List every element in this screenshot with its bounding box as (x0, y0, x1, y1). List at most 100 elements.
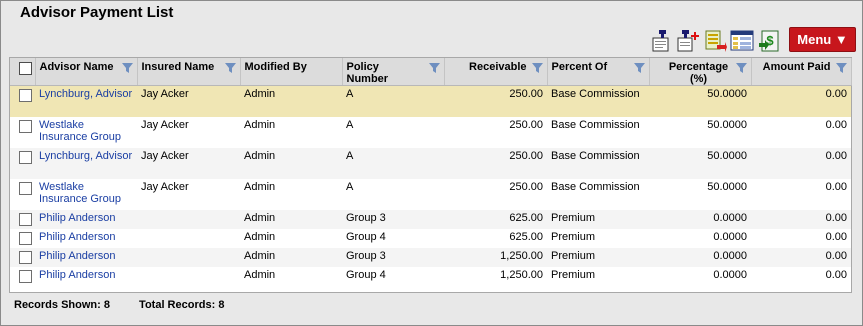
table-row[interactable]: Westlake Insurance Group Jay Acker Admin… (10, 117, 851, 148)
table-row[interactable]: Lynchburg, Advisor Jay Acker Admin A 250… (10, 147, 851, 179)
header-policy-number[interactable]: Policy Number (342, 58, 445, 86)
modified-by-cell: Admin (240, 247, 342, 267)
header-percentage[interactable]: Percentage (%) (649, 58, 752, 86)
insured-cell: Jay Acker (141, 180, 189, 193)
row-checkbox[interactable] (19, 231, 32, 245)
modified-by-cell: Admin (240, 209, 342, 229)
advisor-payment-grid: Advisor Name Insured Name Modified By Po… (9, 57, 852, 293)
advisor-link[interactable]: Westlake Insurance Group (39, 119, 121, 143)
row-checkbox[interactable] (19, 89, 32, 102)
insured-cell (137, 229, 240, 248)
percent-of-cell: Base Commission (551, 180, 640, 193)
modified-by-cell: Admin (244, 180, 276, 193)
policy-cell: Group 4 (346, 230, 386, 243)
header-advisor-name[interactable]: Advisor Name (35, 58, 138, 86)
receivable-cell: 1,250.00 (444, 247, 547, 267)
policy-cell: Group 3 (342, 209, 444, 229)
row-checkbox[interactable] (19, 212, 32, 226)
header-amount-paid[interactable]: Amount Paid (751, 58, 852, 86)
percentage-cell: 0.0000 (649, 247, 751, 267)
policy-cell: A (346, 118, 354, 131)
menu-button[interactable]: Menu ▼ (789, 27, 856, 52)
pin-document-icon[interactable] (650, 29, 674, 53)
percentage-cell: 50.0000 (649, 85, 751, 117)
receivable-cell: 250.00 (509, 180, 543, 193)
amount-paid-cell: 0.00 (825, 230, 847, 243)
table-row[interactable]: Westlake Insurance Group Jay Acker Admin… (10, 179, 851, 210)
amount-paid-cell: 0.00 (751, 147, 851, 179)
modified-by-cell: Admin (240, 85, 342, 117)
policy-cell: A (346, 180, 354, 193)
policy-cell: A (342, 85, 444, 117)
column-layout-icon[interactable] (730, 29, 754, 53)
payment-icon[interactable]: $ (758, 29, 782, 53)
policy-cell: Group 4 (346, 268, 386, 281)
header-insured-name[interactable]: Insured Name (137, 58, 241, 86)
percent-of-cell: Premium (547, 247, 649, 267)
export-excel-icon[interactable] (703, 29, 727, 53)
select-all-checkbox[interactable] (19, 62, 32, 75)
advisor-payment-panel: Advisor Payment List $ Menu ▼ Advisor Na… (0, 0, 863, 326)
table-row[interactable]: Philip Anderson Admin Group 3 625.00 Pre… (10, 209, 851, 229)
total-records: Total Records: 8 (139, 299, 225, 311)
amount-paid-cell: 0.00 (825, 268, 847, 281)
amount-paid-cell: 0.00 (825, 180, 847, 193)
filter-icon[interactable] (224, 63, 236, 73)
percentage-cell: 50.0000 (707, 180, 747, 193)
advisor-link[interactable]: Philip Anderson (39, 250, 115, 262)
advisor-link[interactable]: Philip Anderson (39, 212, 115, 224)
modified-by-cell: Admin (244, 268, 276, 281)
filter-icon[interactable] (121, 63, 133, 73)
page-title: Advisor Payment List (20, 4, 174, 21)
row-checkbox[interactable] (19, 269, 32, 283)
advisor-link[interactable]: Lynchburg, Advisor (39, 150, 132, 162)
percent-of-cell: Base Commission (547, 147, 649, 179)
row-checkbox[interactable] (19, 181, 32, 195)
percentage-cell: 0.0000 (649, 209, 751, 229)
records-shown: Records Shown: 8 (14, 299, 110, 311)
filter-icon[interactable] (428, 63, 440, 73)
filter-icon[interactable] (735, 63, 747, 73)
modified-by-cell: Admin (244, 118, 276, 131)
table-row[interactable]: Lynchburg, Advisor Jay Acker Admin A 250… (10, 85, 851, 117)
row-checkbox[interactable] (19, 250, 32, 264)
policy-cell: Group 3 (342, 247, 444, 267)
header-receivable[interactable]: Receivable (444, 58, 548, 86)
percent-of-cell: Premium (551, 268, 596, 281)
row-checkbox[interactable] (19, 119, 32, 133)
percentage-cell: 0.0000 (713, 230, 747, 243)
advisor-link[interactable]: Lynchburg, Advisor (39, 88, 132, 100)
amount-paid-cell: 0.00 (751, 209, 851, 229)
advisor-link[interactable]: Philip Anderson (39, 231, 115, 243)
table-header-row: Advisor Name Insured Name Modified By Po… (10, 58, 852, 86)
receivable-cell: 1,250.00 (500, 268, 543, 281)
percent-of-cell: Premium (547, 209, 649, 229)
insured-cell (137, 267, 240, 286)
insured-cell: Jay Acker (137, 147, 240, 179)
modified-by-cell: Admin (244, 230, 276, 243)
receivable-cell: 250.00 (444, 147, 547, 179)
header-modified-by[interactable]: Modified By (240, 58, 343, 86)
amount-paid-cell: 0.00 (751, 247, 851, 267)
row-checkbox[interactable] (19, 150, 32, 164)
insured-cell: Jay Acker (141, 118, 189, 131)
receivable-cell: 625.00 (444, 209, 547, 229)
insured-cell (137, 247, 240, 267)
percent-of-cell: Base Commission (547, 85, 649, 117)
table-row[interactable]: Philip Anderson Admin Group 4 1,250.00 P… (10, 267, 851, 286)
filter-icon[interactable] (531, 63, 543, 73)
advisor-link[interactable]: Westlake Insurance Group (39, 181, 121, 205)
advisor-payment-table: Advisor Name Insured Name Modified By Po… (10, 58, 852, 286)
select-all-header (10, 58, 36, 86)
table-row[interactable]: Philip Anderson Admin Group 3 1,250.00 P… (10, 247, 851, 267)
header-percent-of[interactable]: Percent Of (547, 58, 650, 86)
filter-icon[interactable] (835, 63, 847, 73)
pin-add-icon[interactable] (676, 29, 700, 53)
filter-icon[interactable] (633, 63, 645, 73)
table-row[interactable]: Philip Anderson Admin Group 4 625.00 Pre… (10, 229, 851, 248)
percent-of-cell: Premium (551, 230, 596, 243)
amount-paid-cell: 0.00 (825, 118, 847, 131)
percentage-cell: 0.0000 (713, 268, 747, 281)
advisor-link[interactable]: Philip Anderson (39, 269, 115, 281)
insured-cell (137, 209, 240, 229)
